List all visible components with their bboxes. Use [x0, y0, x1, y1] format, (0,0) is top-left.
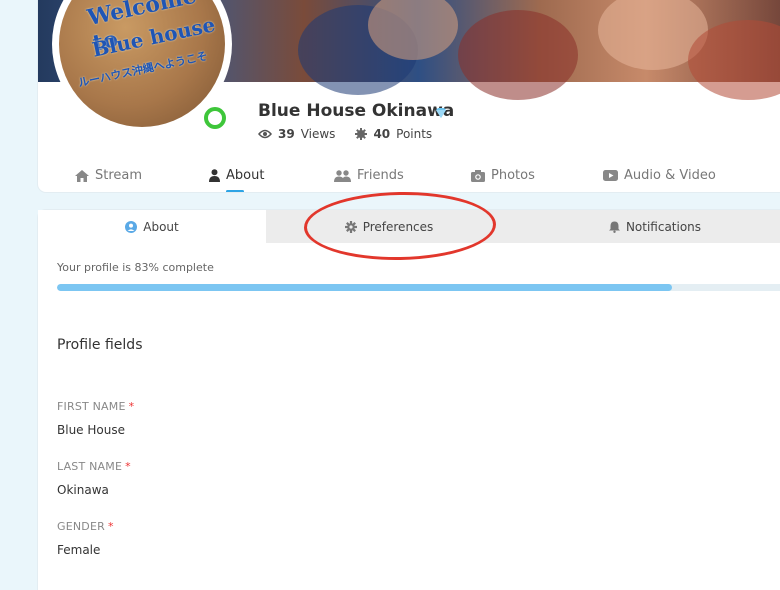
views-label: Views	[300, 127, 336, 141]
play-icon	[603, 170, 618, 181]
required-marker: *	[125, 460, 131, 473]
required-marker: *	[128, 400, 135, 413]
tab-notifications[interactable]: Notifications	[512, 210, 780, 243]
nav-item-label: Friends	[357, 168, 404, 183]
profile-stats: 39 Views 40 Points	[258, 127, 432, 141]
field-label-text: GENDER	[57, 520, 105, 533]
user-icon	[209, 169, 220, 182]
required-marker: *	[107, 520, 114, 533]
tab-label: Preferences	[362, 219, 434, 234]
field-label-last-name: LAST NAME *	[57, 460, 131, 473]
about-tabs: About Preferences Notifications	[38, 210, 780, 243]
nav-item-label: Stream	[95, 168, 143, 183]
nav-item-photos[interactable]: Photos	[471, 168, 535, 183]
tab-label: About	[143, 219, 179, 234]
about-content-card: About Preferences Notifications Your pro…	[38, 210, 780, 590]
nav-item-label: About	[226, 168, 265, 183]
eye-icon	[258, 129, 272, 139]
field-label-first-name: FIRST NAME *	[57, 400, 134, 413]
profile-name: Blue House Okinawa	[258, 101, 455, 121]
nav-item-label: Photos	[491, 168, 535, 183]
bell-icon	[608, 221, 620, 233]
field-value-gender: Female	[57, 543, 101, 557]
profile-header-card: Welcome to Blue house ルーハウス沖縄へようこそ Blue …	[38, 0, 780, 192]
avatar-image: Welcome to Blue house ルーハウス沖縄へようこそ	[59, 0, 225, 127]
verified-badge-icon	[435, 108, 447, 118]
nav-item-stream[interactable]: Stream	[75, 168, 142, 183]
points-icon	[355, 128, 368, 140]
tab-preferences[interactable]: Preferences	[266, 210, 512, 243]
tab-about[interactable]: About	[38, 210, 266, 243]
views-count: 39	[278, 127, 295, 141]
field-label-text: LAST NAME	[57, 460, 123, 473]
section-title: Profile fields	[57, 337, 143, 353]
profile-completion-bar	[57, 284, 780, 291]
points-label: Points	[396, 127, 433, 141]
field-value-first-name: Blue House	[57, 423, 125, 437]
profile-nav: Stream About Friends Photos Audio & Vide…	[38, 158, 780, 192]
tab-label: Notifications	[625, 219, 702, 234]
nav-item-audio-video[interactable]: Audio & Video	[603, 168, 716, 183]
points-count: 40	[373, 127, 391, 141]
camera-icon	[471, 169, 485, 182]
nav-item-friends[interactable]: Friends	[334, 168, 404, 183]
nav-item-about[interactable]: About	[209, 168, 264, 183]
profile-completion-text: Your profile is 83% complete	[57, 261, 214, 274]
online-status-indicator	[200, 103, 230, 133]
field-value-last-name: Okinawa	[57, 483, 109, 497]
home-icon	[75, 169, 89, 182]
field-label-gender: GENDER *	[57, 520, 114, 533]
gear-icon	[344, 220, 357, 233]
field-label-text: FIRST NAME	[57, 400, 126, 413]
nav-item-label: Audio & Video	[624, 168, 716, 183]
user-circle-icon	[125, 220, 138, 233]
users-icon	[334, 169, 351, 182]
nav-active-indicator	[226, 190, 244, 192]
profile-completion-fill	[57, 284, 673, 291]
